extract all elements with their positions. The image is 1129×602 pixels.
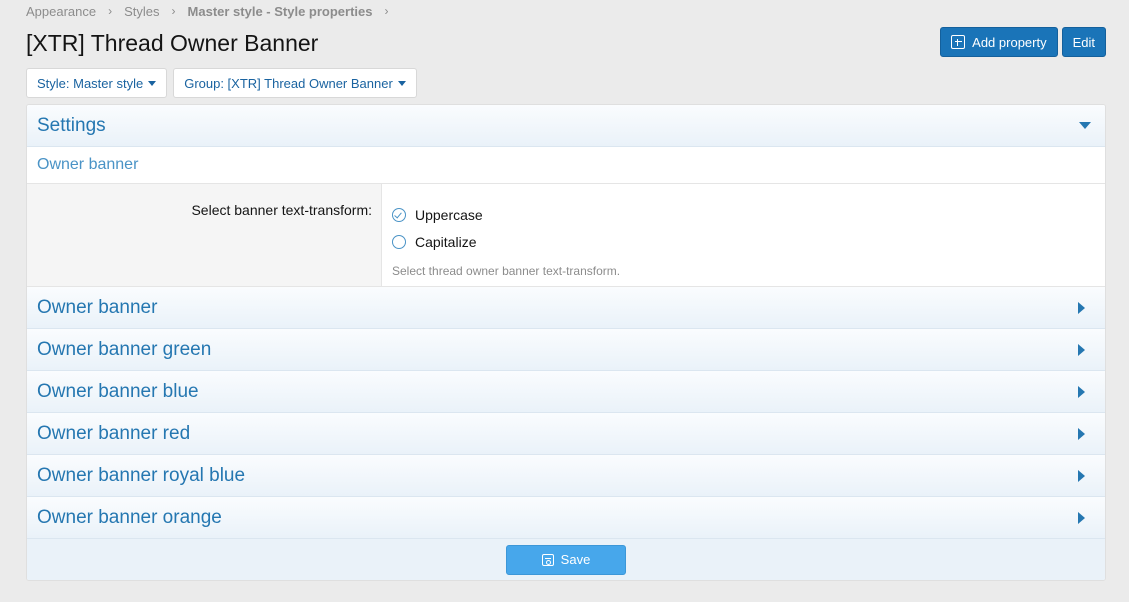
group-filter-dropdown[interactable]: Group: [XTR] Thread Owner Banner (173, 68, 417, 98)
page-title: [XTR] Thread Owner Banner (26, 30, 319, 56)
section-owner-banner[interactable]: Owner banner (27, 287, 1105, 329)
save-label: Save (560, 552, 591, 567)
caret-right-icon (1078, 427, 1085, 440)
style-properties-panel: Settings Owner banner Select banner text… (26, 104, 1106, 581)
text-transform-options: Uppercase Capitalize Select thread owner… (382, 184, 1105, 286)
breadcrumb: Appearance › Styles › Master style - Sty… (26, 3, 401, 19)
settings-section-toggle[interactable]: Settings (27, 105, 1105, 147)
text-transform-label: Select banner text-transform: (27, 184, 382, 286)
group-filter-label: Group: [XTR] Thread Owner Banner (184, 75, 393, 91)
section-title: Owner banner orange (37, 506, 222, 528)
breadcrumb-style-properties[interactable]: Master style - Style properties (188, 4, 373, 19)
section-owner-banner-red[interactable]: Owner banner red (27, 413, 1105, 455)
section-owner-banner-royal-blue[interactable]: Owner banner royal blue (27, 455, 1105, 497)
section-title: Owner banner green (37, 338, 212, 360)
section-owner-banner-blue[interactable]: Owner banner blue (27, 371, 1105, 413)
header-actions: Add property Edit (940, 27, 1106, 57)
text-transform-hint: Select thread owner banner text-transfor… (392, 264, 621, 278)
section-title: Owner banner royal blue (37, 464, 246, 486)
style-filter-dropdown[interactable]: Style: Master style (26, 68, 168, 98)
add-property-button[interactable]: Add property (940, 27, 1058, 57)
caret-right-icon (1078, 511, 1085, 524)
filter-bar: Style: Master style Group: [XTR] Thread … (26, 68, 417, 98)
caret-down-icon (148, 80, 157, 86)
radio-capitalize[interactable]: Capitalize (392, 228, 1095, 255)
breadcrumb-styles[interactable]: Styles (124, 4, 159, 19)
breadcrumb-appearance[interactable]: Appearance (26, 4, 96, 19)
save-icon (541, 553, 554, 566)
breadcrumb-separator: › (171, 4, 176, 18)
add-property-label: Add property (972, 34, 1047, 50)
caret-right-icon (1078, 469, 1085, 482)
breadcrumb-separator: › (384, 4, 389, 18)
section-owner-banner-orange[interactable]: Owner banner orange (27, 497, 1105, 539)
radio-checked-icon (392, 207, 406, 222)
settings-section-title: Settings (37, 114, 106, 136)
section-title: Owner banner (37, 296, 158, 318)
section-owner-banner-green[interactable]: Owner banner green (27, 329, 1105, 371)
breadcrumb-separator: › (108, 4, 113, 18)
caret-down-icon (1079, 122, 1091, 129)
caret-right-icon (1078, 301, 1085, 314)
radio-uppercase[interactable]: Uppercase (392, 201, 1095, 228)
radio-uppercase-label: Uppercase (415, 206, 483, 223)
radio-unchecked-icon (392, 234, 406, 249)
radio-capitalize-label: Capitalize (415, 233, 477, 250)
section-title: Owner banner blue (37, 380, 199, 402)
plus-square-icon (951, 35, 966, 49)
style-filter-label: Style: Master style (37, 75, 144, 91)
caret-down-icon (397, 80, 406, 86)
section-title: Owner banner red (37, 422, 191, 444)
text-transform-row: Select banner text-transform: Uppercase … (27, 184, 1105, 287)
caret-right-icon (1078, 343, 1085, 356)
save-button[interactable]: Save (506, 544, 626, 575)
caret-right-icon (1078, 385, 1085, 398)
edit-button[interactable]: Edit (1061, 27, 1106, 57)
settings-subheader: Owner banner (27, 147, 1105, 184)
form-footer: Save (27, 539, 1105, 580)
